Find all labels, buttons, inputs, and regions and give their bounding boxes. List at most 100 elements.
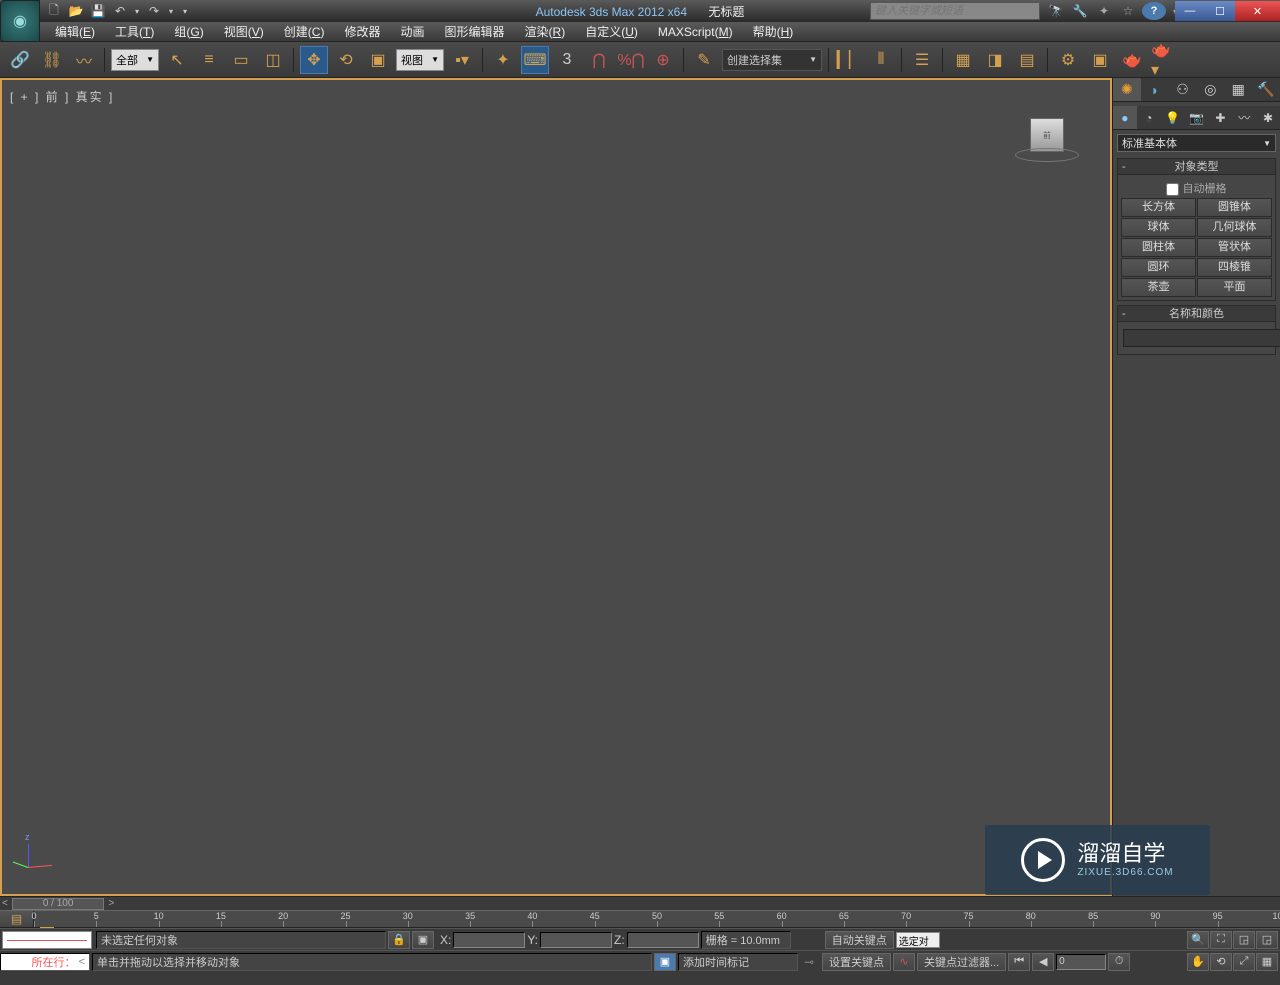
autogrid-checkbox[interactable]: 自动栅格 <box>1121 178 1272 198</box>
menu-customize[interactable]: 自定义(U) <box>575 21 648 42</box>
select-by-name-icon[interactable]: ≡ <box>195 46 223 74</box>
frame-input[interactable] <box>1056 954 1106 970</box>
save-icon[interactable]: 💾 <box>88 2 108 20</box>
rollout-header-objtype[interactable]: 对象类型 <box>1118 159 1275 175</box>
snap-toggle-icon[interactable]: 3 <box>553 46 581 74</box>
nav-zoom-icon[interactable]: 🔍 <box>1187 931 1209 949</box>
autokey-button[interactable]: 自动关键点 <box>825 931 894 949</box>
tube-button[interactable]: 管状体 <box>1197 238 1272 257</box>
cameras-subtab-icon[interactable]: 📷 <box>1185 106 1209 129</box>
track-bar[interactable]: ▤ 05101520253035404550556065707580859095… <box>0 910 1280 928</box>
render-setup-icon[interactable]: ⚙ <box>1054 46 1082 74</box>
search-input[interactable] <box>870 2 1040 20</box>
geometry-subtab-icon[interactable]: ● <box>1113 106 1137 129</box>
undo-icon[interactable]: ↶ <box>110 2 130 20</box>
window-crossing-icon[interactable]: ◫ <box>259 46 287 74</box>
curve-editor-icon[interactable]: ▦ <box>949 46 977 74</box>
help-icon[interactable]: ? <box>1142 2 1166 20</box>
exchange-icon[interactable]: ✦ <box>1094 2 1114 20</box>
time-slider-next-icon[interactable]: > <box>108 898 114 909</box>
minimize-button[interactable]: — <box>1175 1 1205 21</box>
nav-pan-icon[interactable]: ✋ <box>1187 953 1209 971</box>
modify-tab-icon[interactable]: ◗ <box>1141 78 1169 101</box>
hierarchy-tab-icon[interactable]: ⚇ <box>1169 78 1197 101</box>
cone-button[interactable]: 圆锥体 <box>1197 198 1272 217</box>
object-name-input[interactable] <box>1123 329 1280 347</box>
viewcube-ring[interactable] <box>1015 148 1079 162</box>
menu-maxscript[interactable]: MAXScript(M) <box>648 23 743 41</box>
menu-group[interactable]: 组(G) <box>164 21 213 42</box>
favorite-icon[interactable]: ☆ <box>1118 2 1138 20</box>
select-region-icon[interactable]: ▭ <box>227 46 255 74</box>
teapot-button[interactable]: 茶壶 <box>1121 278 1196 297</box>
ref-coord-dropdown[interactable]: 视图▼ <box>396 49 444 71</box>
nav-walk-icon[interactable]: ⤢ <box>1233 953 1255 971</box>
lights-subtab-icon[interactable]: 💡 <box>1161 106 1185 129</box>
nav-maxtoggle-icon[interactable]: ▦ <box>1256 953 1278 971</box>
z-input[interactable] <box>627 932 699 948</box>
keymode-dropdown[interactable]: 选定对 <box>896 932 940 948</box>
spacewarps-subtab-icon[interactable]: 〰 <box>1232 106 1256 129</box>
display-tab-icon[interactable]: ▦ <box>1224 78 1252 101</box>
app-menu-icon[interactable]: ◉ <box>0 0 40 42</box>
motion-tab-icon[interactable]: ◎ <box>1196 78 1224 101</box>
setkey-button[interactable]: 设置关键点 <box>822 953 891 971</box>
move-icon[interactable]: ✥ <box>300 46 328 74</box>
prev-frame-icon[interactable]: ◀ <box>1032 953 1054 971</box>
open-icon[interactable]: 📂 <box>66 2 86 20</box>
menu-rendering[interactable]: 渲染(R) <box>515 21 576 42</box>
redo-dropdown-icon[interactable]: ▾ <box>166 2 176 20</box>
keymode-icon[interactable]: ∿ <box>893 953 915 971</box>
bind-icon[interactable]: 〰 <box>70 46 98 74</box>
angle-snap-icon[interactable]: ⋂ <box>585 46 613 74</box>
menu-tools[interactable]: 工具(T) <box>105 21 164 42</box>
time-slider-prev-icon[interactable]: < <box>2 898 8 909</box>
isolate-icon[interactable]: ▣ <box>412 931 434 949</box>
key-icon[interactable]: 🔧 <box>1070 2 1090 20</box>
layers-icon[interactable]: ☰ <box>908 46 936 74</box>
viewcube[interactable]: 前 <box>1012 118 1082 168</box>
nav-orbit-icon[interactable]: ⟲ <box>1210 953 1232 971</box>
mirror-icon[interactable]: ▎▏ <box>835 46 863 74</box>
geosphere-button[interactable]: 几何球体 <box>1197 218 1272 237</box>
viewport-label[interactable]: [ + ] 前 ] 真实 ] <box>10 88 114 105</box>
nav-fov-icon[interactable]: ◲ <box>1256 931 1278 949</box>
menu-edit[interactable]: 编辑(E) <box>45 21 105 42</box>
helpers-subtab-icon[interactable]: ✚ <box>1208 106 1232 129</box>
pyramid-button[interactable]: 四棱锥 <box>1197 258 1272 277</box>
x-input[interactable] <box>453 932 525 948</box>
pivot-icon[interactable]: ▪▾ <box>448 46 476 74</box>
select-object-icon[interactable]: ↖ <box>163 46 191 74</box>
menu-modifiers[interactable]: 修改器 <box>334 21 390 42</box>
shapes-subtab-icon[interactable]: ◔ <box>1137 106 1161 129</box>
qat-more-icon[interactable]: ▾ <box>178 2 192 20</box>
rotate-icon[interactable]: ⟲ <box>332 46 360 74</box>
align-icon[interactable]: ⫴ <box>867 46 895 74</box>
category-dropdown[interactable]: 标准基本体▼ <box>1117 134 1276 152</box>
trackbar-toggle-icon[interactable]: ▤ <box>0 911 34 927</box>
autogrid-check[interactable] <box>1166 183 1179 196</box>
named-sel-edit-icon[interactable]: ✎ <box>690 46 718 74</box>
utilities-tab-icon[interactable]: 🔨 <box>1252 78 1280 101</box>
rollout-header-namecolor[interactable]: 名称和颜色 <box>1118 306 1275 322</box>
render-frame-icon[interactable]: ▣ <box>1086 46 1114 74</box>
y-input[interactable] <box>540 932 612 948</box>
redo-icon[interactable]: ↷ <box>144 2 164 20</box>
timetag-icon[interactable]: ▣ <box>654 953 676 971</box>
track-ruler[interactable]: 0510152025303540455055606570758085909510… <box>34 911 1280 927</box>
render-prod-icon[interactable]: 🫖▾ <box>1150 46 1178 74</box>
keyboard-shortcut-icon[interactable]: ⌨ <box>521 46 549 74</box>
render-icon[interactable]: 🫖 <box>1118 46 1146 74</box>
plane-button[interactable]: 平面 <box>1197 278 1272 297</box>
close-button[interactable]: ✕ <box>1235 1 1280 21</box>
maximize-button[interactable]: ☐ <box>1205 1 1235 21</box>
unlink-icon[interactable]: ⛓ <box>38 46 66 74</box>
lock-icon[interactable]: 🔒 <box>388 931 410 949</box>
new-icon[interactable]: 🗋 <box>44 2 64 20</box>
undo-dropdown-icon[interactable]: ▾ <box>132 2 142 20</box>
create-tab-icon[interactable]: ✺ <box>1113 78 1141 101</box>
scale-icon[interactable]: ▣ <box>364 46 392 74</box>
viewcube-face[interactable]: 前 <box>1030 118 1064 152</box>
sphere-button[interactable]: 球体 <box>1121 218 1196 237</box>
manipulate-icon[interactable]: ✦ <box>489 46 517 74</box>
